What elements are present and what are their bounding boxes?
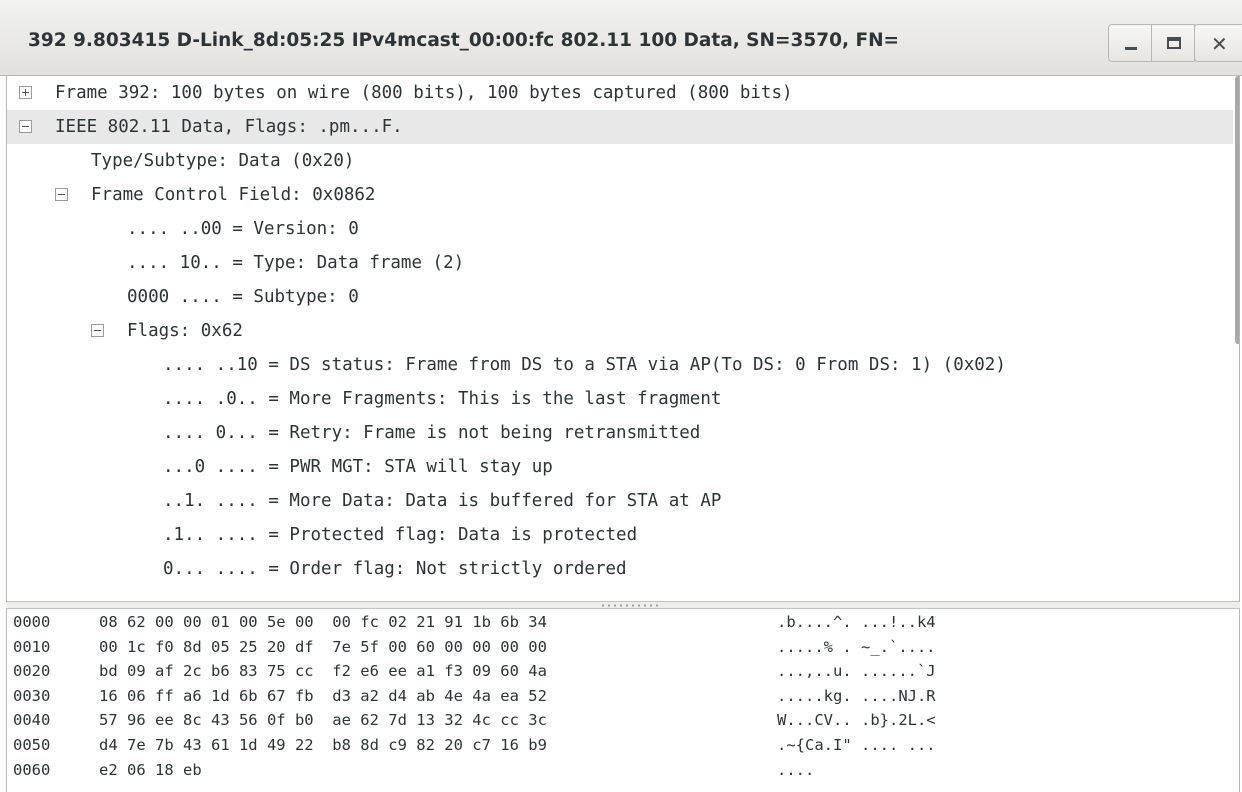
hex-row[interactable]: 0010 00 1c f0 8d 05 25 20 df 7e 5f 00 60 …: [7, 635, 1233, 659]
packet-details-tree[interactable]: 0... .... = Order flag: Not strictly ord…: [6, 76, 1240, 601]
hex-offset: 0010: [13, 637, 51, 656]
tree-row-label: .... ..00 = Version: 0: [127, 219, 359, 239]
tree-row[interactable]: Flags: 0x62: [7, 314, 1233, 348]
hex-bytes: 57 96 ee 8c 43 56 0f b0 ae 62 7d 13 32 4…: [99, 711, 547, 730]
hex-offset: 0020: [13, 662, 51, 681]
hex-row[interactable]: 0050 d4 7e 7b 43 61 1d 49 22 b8 8d c9 82 …: [7, 733, 1233, 757]
tree-row-label: ..1. .... = More Data: Data is buffered …: [163, 491, 722, 511]
minimize-button[interactable]: [1108, 24, 1152, 62]
tree-row[interactable]: ...0 .... = PWR MGT: STA will stay up: [7, 450, 1233, 484]
hex-ascii: .b....^. ...!..k4: [777, 613, 936, 631]
tree-row[interactable]: Frame Control Field: 0x0862: [7, 178, 1233, 212]
packet-bytes-pane[interactable]: 0000 08 62 00 00 01 00 5e 00 00 fc 02 21 …: [6, 609, 1240, 792]
tree-row-label: .... 10.. = Type: Data frame (2): [127, 253, 465, 273]
tree-row[interactable]: .1.. .... = Protected flag: Data is prot…: [7, 518, 1233, 552]
collapse-icon[interactable]: [91, 324, 104, 337]
hex-row[interactable]: 0060 e2 06 18 eb....: [7, 758, 1233, 782]
tree-row-label: Type/Subtype: Data (0x20): [91, 151, 355, 171]
hex-bytes: 16 06 ff a6 1d 6b 67 fb d3 a2 d4 ab 4e 4…: [99, 686, 547, 705]
tree-row-label: .... ..10 = DS status: Frame from DS to …: [163, 355, 1006, 375]
tree-row[interactable]: .... ..00 = Version: 0: [7, 212, 1233, 246]
tree-row-label: Frame Control Field: 0x0862: [91, 185, 376, 205]
hex-offset: 0000: [13, 613, 51, 631]
tree-row[interactable]: ..1. .... = More Data: Data is buffered …: [7, 484, 1233, 518]
splitter-grip-icon[interactable]: [600, 604, 660, 607]
collapse-icon[interactable]: [19, 120, 32, 133]
close-icon: ✕: [1211, 32, 1228, 56]
hex-offset: 0030: [13, 686, 51, 705]
close-button[interactable]: ✕: [1194, 24, 1242, 62]
collapse-icon[interactable]: [55, 188, 68, 201]
maximize-button[interactable]: [1151, 24, 1195, 62]
hex-row[interactable]: 0030 16 06 ff a6 1d 6b 67 fb d3 a2 d4 ab …: [7, 684, 1233, 708]
tree-row[interactable]: .... 0... = Retry: Frame is not being re…: [7, 416, 1233, 450]
tree-row[interactable]: 0000 .... = Subtype: 0: [7, 280, 1233, 314]
maximize-icon: [1167, 37, 1181, 49]
tree-row[interactable]: 0... .... = Order flag: Not strictly ord…: [7, 552, 1233, 586]
tree-row[interactable]: IEEE 802.11 Data, Flags: .pm...F.: [7, 110, 1233, 144]
tree-row[interactable]: .... ..10 = DS status: Frame from DS to …: [7, 348, 1233, 382]
expand-icon[interactable]: [19, 86, 32, 99]
hex-ascii: ...,..u. ......`J: [777, 662, 936, 681]
scrollbar-thumb[interactable]: [1235, 76, 1239, 344]
packet-details-scrollbar[interactable]: [1235, 76, 1239, 601]
window-title: 392 9.803415 D-Link_8d:05:25 IPv4mcast_0…: [28, 30, 900, 51]
hex-ascii: W...CV.. .b}.2L.<: [777, 711, 936, 730]
pane-splitter[interactable]: [6, 601, 1240, 609]
tree-row[interactable]: .... .0.. = More Fragments: This is the …: [7, 382, 1233, 416]
tree-row-label: .... 0... = Retry: Frame is not being re…: [163, 423, 701, 443]
hex-offset: 0060: [13, 760, 51, 779]
tree-row-label: 0000 .... = Subtype: 0: [127, 287, 359, 307]
hex-bytes: e2 06 18 eb: [99, 760, 202, 779]
hex-bytes: d4 7e 7b 43 61 1d 49 22 b8 8d c9 82 20 c…: [99, 736, 547, 754]
hex-offset: 0040: [13, 711, 51, 730]
hex-offset: 0050: [13, 736, 51, 754]
hex-bytes: 08 62 00 00 01 00 5e 00 00 fc 02 21 91 1…: [99, 613, 547, 631]
hex-ascii: ....: [777, 760, 815, 779]
hex-row[interactable]: 0000 08 62 00 00 01 00 5e 00 00 fc 02 21 …: [7, 610, 1233, 634]
hex-row[interactable]: 0020 bd 09 af 2c b6 83 75 cc f2 e6 ee a1 …: [7, 659, 1233, 683]
hex-bytes: 00 1c f0 8d 05 25 20 df 7e 5f 00 60 00 0…: [99, 637, 547, 656]
tree-row[interactable]: .... 10.. = Type: Data frame (2): [7, 246, 1233, 280]
tree-row-label: ...0 .... = PWR MGT: STA will stay up: [163, 457, 553, 477]
tree-row[interactable]: Type/Subtype: Data (0x20): [7, 144, 1233, 178]
tree-row[interactable]: Frame 392: 100 bytes on wire (800 bits),…: [7, 76, 1233, 110]
hex-ascii: .~{Ca.I" .... ...: [777, 736, 936, 754]
tree-row-label: IEEE 802.11 Data, Flags: .pm...F.: [55, 117, 403, 137]
tree-row-label: Frame 392: 100 bytes on wire (800 bits),…: [55, 83, 793, 103]
minimize-icon: [1125, 47, 1137, 50]
tree-row-label: 0... .... = Order flag: Not strictly ord…: [163, 559, 627, 579]
window-titlebar[interactable]: 392 9.803415 D-Link_8d:05:25 IPv4mcast_0…: [0, 0, 1242, 76]
tree-row-label: .1.. .... = Protected flag: Data is prot…: [163, 525, 638, 545]
hex-ascii: .....kg. ....NJ.R: [777, 686, 936, 705]
hex-row[interactable]: 0040 57 96 ee 8c 43 56 0f b0 ae 62 7d 13 …: [7, 708, 1233, 732]
tree-row-label: Flags: 0x62: [127, 321, 243, 341]
hex-ascii: .....% . ~_.`....: [777, 637, 936, 656]
tree-row-label: .... .0.. = More Fragments: This is the …: [163, 389, 722, 409]
hex-bytes: bd 09 af 2c b6 83 75 cc f2 e6 ee a1 f3 0…: [99, 662, 547, 681]
